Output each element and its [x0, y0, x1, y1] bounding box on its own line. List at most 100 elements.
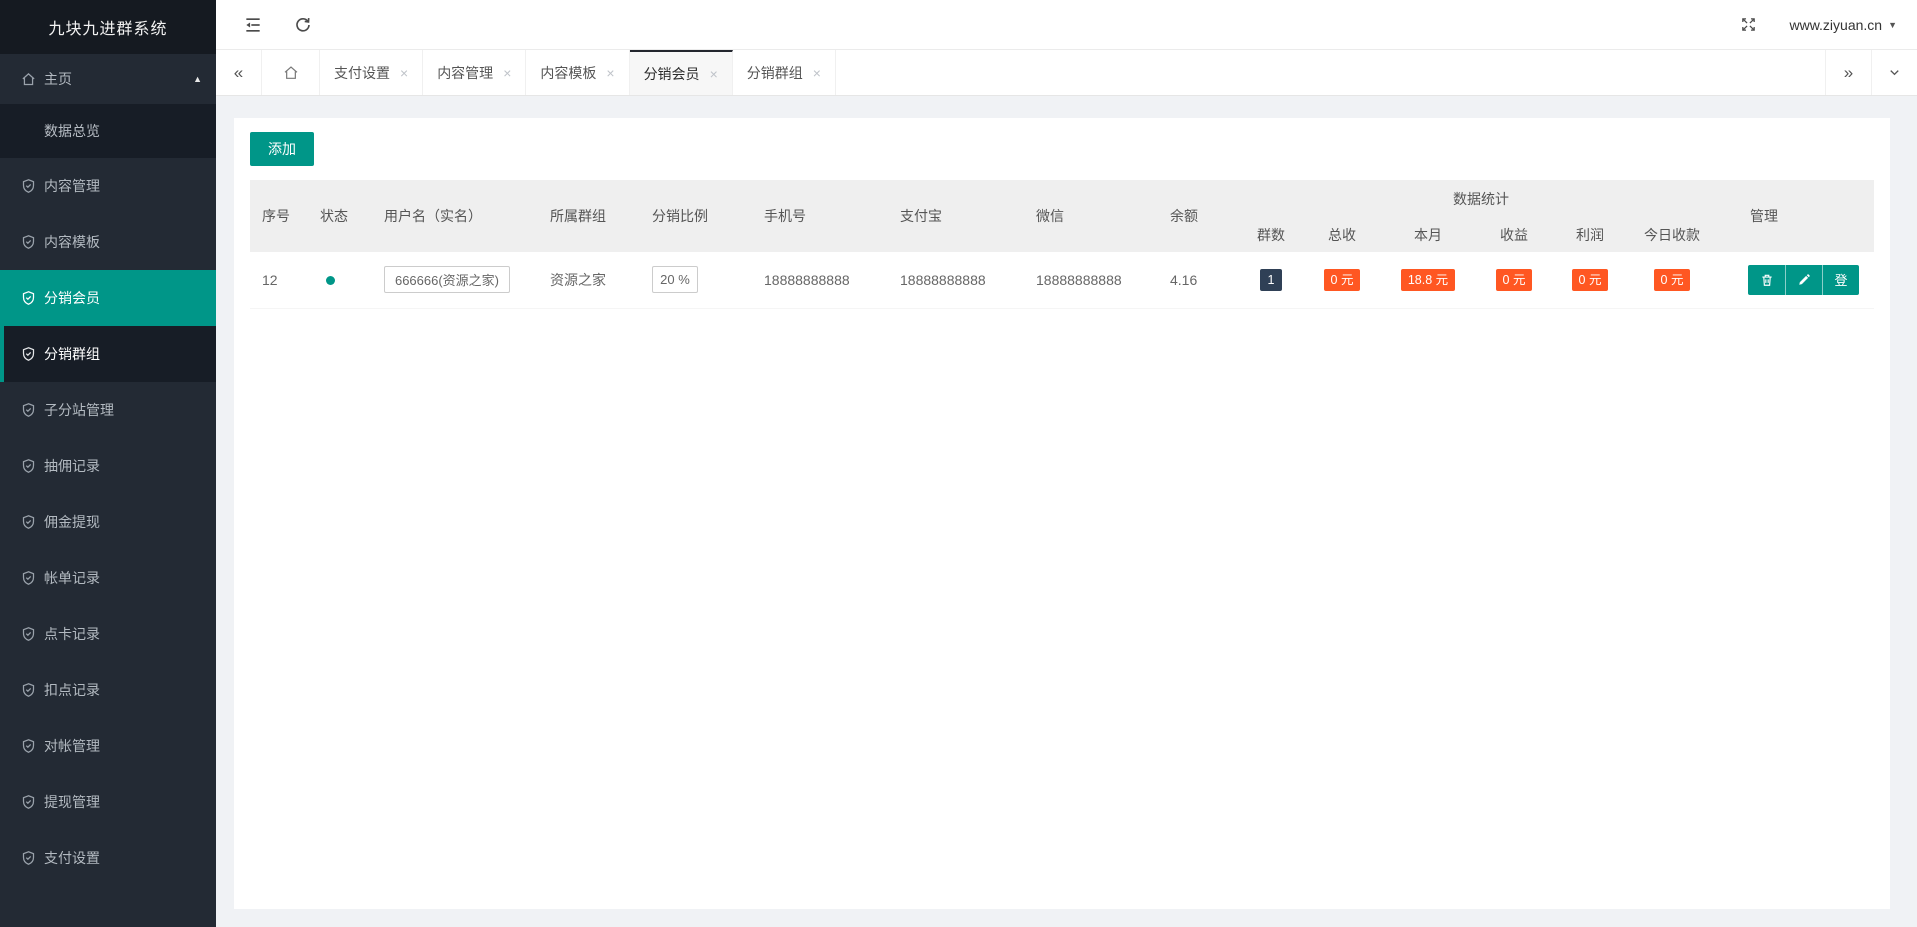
collapse-sidebar-icon[interactable] [236, 8, 270, 42]
col-header-month: 本月 [1384, 218, 1472, 252]
group-count-badge: 1 [1260, 269, 1282, 291]
sidebar-item-home[interactable]: 主页 ▲ [0, 54, 216, 104]
main-area: www.ziyuan.cn ▼ « 支付设置 × 内容管理 × 内容模板 × [216, 0, 1917, 927]
home-icon [20, 71, 36, 87]
col-header-group: 所属群组 [538, 180, 640, 252]
close-icon[interactable]: × [606, 65, 614, 81]
sidebar-item-bill-record[interactable]: 帐单记录 [0, 550, 216, 606]
tab-distribution-member[interactable]: 分销会员 × [630, 50, 733, 95]
shield-check-icon [20, 850, 36, 866]
sidebar-item-label: 点卡记录 [44, 624, 100, 644]
caret-down-icon: ▼ [1888, 20, 1897, 30]
close-icon[interactable]: × [710, 66, 718, 82]
sidebar-item-withdraw-manage[interactable]: 提现管理 [0, 774, 216, 830]
tab-distribution-group[interactable]: 分销群组 × [733, 50, 836, 95]
tabbar-spacer [836, 50, 1825, 95]
cell-total-income: 0 元 [1300, 252, 1384, 308]
tab-label: 内容管理 [437, 63, 493, 83]
sidebar-item-label: 支付设置 [44, 848, 100, 868]
shield-check-icon [20, 514, 36, 530]
tab-label: 支付设置 [334, 63, 390, 83]
shield-check-icon [20, 402, 36, 418]
sidebar-item-commission-record[interactable]: 抽佣记录 [0, 438, 216, 494]
login-button[interactable]: 登 [1822, 265, 1859, 295]
shield-check-icon [20, 682, 36, 698]
caret-up-icon: ▲ [193, 74, 202, 84]
sidebar-item-reconcile-manage[interactable]: 对帐管理 [0, 718, 216, 774]
close-icon[interactable]: × [503, 65, 511, 81]
tabs-scroll-left-button[interactable]: « [216, 50, 262, 95]
cell-today: 0 元 [1624, 252, 1720, 308]
sidebar-item-label: 对帐管理 [44, 736, 100, 756]
sidebar-item-deduct-record[interactable]: 扣点记录 [0, 662, 216, 718]
sidebar-item-payment-settings[interactable]: 支付设置 [0, 830, 216, 886]
site-domain: www.ziyuan.cn [1789, 17, 1882, 33]
sidebar-item-label: 内容管理 [44, 176, 100, 196]
tab-content-manage[interactable]: 内容管理 × [423, 50, 526, 95]
close-icon[interactable]: × [400, 65, 408, 81]
month-badge: 18.8 元 [1401, 269, 1455, 291]
sidebar-item-commission-withdraw[interactable]: 佣金提现 [0, 494, 216, 550]
sidebar-item-content-template[interactable]: 内容模板 [0, 214, 216, 270]
shield-check-icon [20, 290, 36, 306]
sidebar-item-distribution-member[interactable]: 分销会员 [0, 270, 216, 326]
sidebar-item-label: 提现管理 [44, 792, 100, 812]
sidebar-item-substation-manage[interactable]: 子分站管理 [0, 382, 216, 438]
sidebar-item-label: 分销会员 [44, 288, 100, 308]
col-header-status: 状态 [308, 180, 372, 252]
shield-check-icon [20, 458, 36, 474]
tab-payment-settings[interactable]: 支付设置 × [320, 50, 423, 95]
tab-home[interactable] [262, 50, 320, 95]
tab-label: 分销群组 [747, 63, 803, 83]
sidebar-item-label: 抽佣记录 [44, 456, 100, 476]
tab-label: 内容模板 [540, 63, 596, 83]
sidebar-item-label: 佣金提现 [44, 512, 100, 532]
table-row: 12 资源之家 18888888888 18888888888 188 [250, 252, 1874, 308]
total-income-badge: 0 元 [1324, 269, 1361, 291]
sidebar-submenu: 数据总览 [0, 104, 216, 158]
cell-index: 12 [250, 252, 308, 308]
sidebar-subitem-label: 数据总览 [44, 121, 100, 141]
delete-button[interactable] [1748, 265, 1785, 295]
col-header-today: 今日收款 [1624, 218, 1720, 252]
col-header-profit: 利润 [1556, 218, 1624, 252]
shield-check-icon [20, 626, 36, 642]
sidebar-subitem-data-overview[interactable]: 数据总览 [0, 104, 216, 158]
today-badge: 0 元 [1654, 269, 1691, 291]
home-icon [283, 65, 299, 81]
add-button[interactable]: 添加 [250, 132, 314, 166]
shield-check-icon [20, 738, 36, 754]
col-header-index: 序号 [250, 180, 308, 252]
app-window: 九块九进群系统 主页 ▲ 数据总览 内容管理 [0, 0, 1917, 927]
fullscreen-icon[interactable] [1731, 8, 1765, 42]
refresh-icon[interactable] [286, 8, 320, 42]
sidebar: 九块九进群系统 主页 ▲ 数据总览 内容管理 [0, 0, 216, 927]
cell-balance: 4.16 [1158, 252, 1242, 308]
cell-alipay: 18888888888 [888, 252, 1024, 308]
col-header-balance: 余额 [1158, 180, 1242, 252]
tab-content-template[interactable]: 内容模板 × [526, 50, 629, 95]
cell-wechat: 18888888888 [1024, 252, 1158, 308]
tabs-menu-button[interactable] [1871, 50, 1917, 95]
sidebar-item-label: 子分站管理 [44, 400, 114, 420]
col-header-manage: 管理 [1720, 180, 1874, 252]
tabs-scroll-right-button[interactable]: » [1825, 50, 1871, 95]
ratio-input[interactable] [652, 266, 698, 293]
sidebar-item-card-record[interactable]: 点卡记录 [0, 606, 216, 662]
site-selector[interactable]: www.ziyuan.cn ▼ [1789, 17, 1897, 33]
close-icon[interactable]: × [813, 65, 821, 81]
col-header-ratio: 分销比例 [640, 180, 752, 252]
status-dot [326, 276, 335, 285]
topbar: www.ziyuan.cn ▼ [216, 0, 1917, 50]
sidebar-item-content-manage[interactable]: 内容管理 [0, 158, 216, 214]
sidebar-item-label: 主页 [44, 69, 72, 89]
cell-phone: 18888888888 [752, 252, 888, 308]
content-area: 添加 序号 状态 用户名（实名） 所属群组 [216, 96, 1917, 927]
sidebar-item-label: 帐单记录 [44, 568, 100, 588]
username-input[interactable] [384, 266, 510, 293]
sidebar-item-distribution-group[interactable]: 分销群组 [0, 326, 216, 382]
sidebar-menu-list: 内容管理 内容模板 分销会员 分销群组 子分站管理 [0, 158, 216, 886]
members-table: 序号 状态 用户名（实名） 所属群组 分销比例 手机号 支付宝 微信 余额 数据… [250, 180, 1874, 309]
edit-button[interactable] [1785, 265, 1822, 295]
col-header-wechat: 微信 [1024, 180, 1158, 252]
